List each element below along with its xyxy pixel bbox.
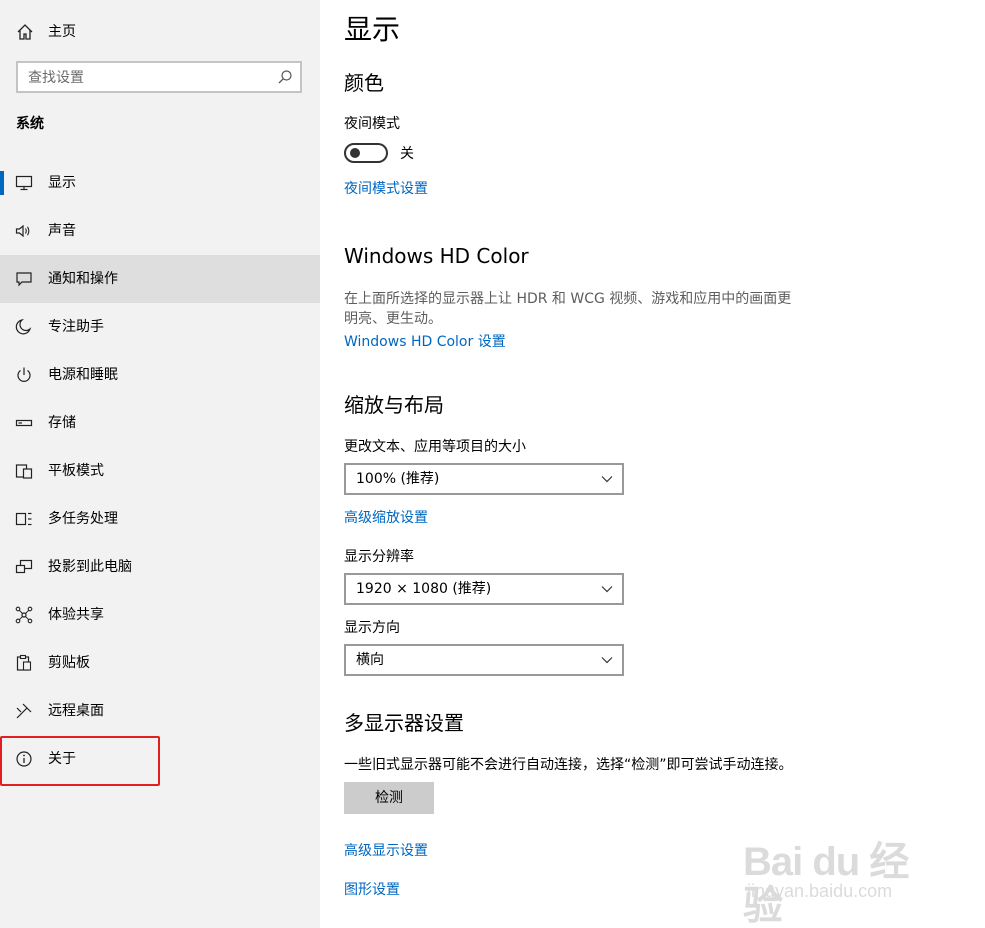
clipboard-icon <box>14 653 34 673</box>
baidu-watermark: Bai du 经验 jingyan.baidu.com <box>743 818 933 928</box>
sidebar-item-label: 通知和操作 <box>48 271 118 287</box>
remote-desktop-icon <box>14 701 34 721</box>
night-light-state: 关 <box>400 146 414 162</box>
page-title: 显示 <box>344 13 401 46</box>
sidebar-section-title: 系统 <box>16 116 44 132</box>
sidebar-item-label: 多任务处理 <box>48 511 118 527</box>
multitask-icon <box>14 509 34 529</box>
text-size-value: 100% (推荐) <box>356 471 440 487</box>
sidebar-item-tablet-mode[interactable]: 平板模式 <box>0 447 320 495</box>
sidebar-item-display[interactable]: 显示 <box>0 159 320 207</box>
sidebar-item-label: 专注助手 <box>48 319 104 335</box>
hdr-description: 在上面所选择的显示器上让 HDR 和 WCG 视频、游戏和应用中的画面更明亮、更… <box>344 291 792 327</box>
tablet-icon <box>14 461 34 481</box>
power-icon <box>14 365 34 385</box>
night-light-toggle[interactable] <box>344 143 388 163</box>
advanced-display-settings-link[interactable]: 高级显示设置 <box>344 841 428 861</box>
hdr-heading: Windows HD Color <box>344 244 529 268</box>
orientation-select[interactable]: 横向 <box>344 644 624 676</box>
search-icon <box>276 68 294 86</box>
sidebar-item-sound[interactable]: 声音 <box>0 207 320 255</box>
main-content: 显示 颜色 夜间模式 关 夜间模式设置 Windows HD Color 在上面… <box>320 0 985 928</box>
storage-icon <box>14 413 34 433</box>
home-label: 主页 <box>48 24 76 40</box>
sidebar-item-label: 投影到此电脑 <box>48 559 132 575</box>
sidebar-item-power[interactable]: 电源和睡眠 <box>0 351 320 399</box>
sidebar-item-multitasking[interactable]: 多任务处理 <box>0 495 320 543</box>
chevron-down-icon <box>600 582 614 596</box>
sidebar-item-label: 显示 <box>48 175 76 191</box>
share-icon <box>14 605 34 625</box>
detect-button[interactable]: 检测 <box>344 782 434 814</box>
sidebar-item-label: 体验共享 <box>48 607 104 623</box>
graphics-settings-link[interactable]: 图形设置 <box>344 880 400 900</box>
color-heading: 颜色 <box>344 71 384 95</box>
home-icon <box>15 22 35 42</box>
advanced-scaling-link[interactable]: 高级缩放设置 <box>344 508 428 528</box>
sidebar-item-notifications[interactable]: 通知和操作 <box>0 255 320 303</box>
sidebar-item-label: 远程桌面 <box>48 703 104 719</box>
resolution-value: 1920 × 1080 (推荐) <box>356 581 492 597</box>
info-icon <box>14 749 34 769</box>
speaker-icon <box>14 221 34 241</box>
sidebar-item-label: 剪贴板 <box>48 655 90 671</box>
resolution-select[interactable]: 1920 × 1080 (推荐) <box>344 573 624 605</box>
search-placeholder: 查找设置 <box>28 70 84 86</box>
multi-display-description: 一些旧式显示器可能不会进行自动连接，选择“检测”即可尝试手动连接。 <box>344 757 793 773</box>
sidebar-item-focus-assist[interactable]: 专注助手 <box>0 303 320 351</box>
search-input[interactable]: 查找设置 <box>16 61 302 93</box>
sidebar-item-label: 关于 <box>48 751 76 767</box>
text-size-label: 更改文本、应用等项目的大小 <box>344 439 526 455</box>
orientation-label: 显示方向 <box>344 620 400 636</box>
moon-icon <box>14 317 34 337</box>
sidebar-item-storage[interactable]: 存储 <box>0 399 320 447</box>
multi-display-heading: 多显示器设置 <box>344 711 464 735</box>
chevron-down-icon <box>600 472 614 486</box>
sidebar-item-remote-desktop[interactable]: 远程桌面 <box>0 687 320 735</box>
night-light-settings-link[interactable]: 夜间模式设置 <box>344 179 428 199</box>
chevron-down-icon <box>600 653 614 667</box>
sidebar-item-label: 存储 <box>48 415 76 431</box>
watermark-url: jingyan.baidu.com <box>747 881 893 901</box>
sidebar-item-shared-experiences[interactable]: 体验共享 <box>0 591 320 639</box>
sidebar-item-project[interactable]: 投影到此电脑 <box>0 543 320 591</box>
sidebar-item-label: 电源和睡眠 <box>48 367 118 383</box>
night-light-label: 夜间模式 <box>344 116 400 132</box>
scale-heading: 缩放与布局 <box>344 393 444 417</box>
sidebar-item-label: 声音 <box>48 223 76 239</box>
sidebar-home[interactable]: 主页 <box>0 14 320 48</box>
selected-indicator <box>0 171 4 195</box>
notification-icon <box>14 269 34 289</box>
sidebar-item-label: 平板模式 <box>48 463 104 479</box>
resolution-label: 显示分辨率 <box>344 549 414 565</box>
hdr-settings-link[interactable]: Windows HD Color 设置 <box>344 332 506 352</box>
sidebar-item-about[interactable]: 关于 <box>0 735 320 783</box>
sidebar: 主页 查找设置 系统 显示 声音 通知和操作 专注助手 电源和睡眠 存储 平板模… <box>0 0 320 928</box>
text-size-select[interactable]: 100% (推荐) <box>344 463 624 495</box>
sidebar-item-clipboard[interactable]: 剪贴板 <box>0 639 320 687</box>
orientation-value: 横向 <box>356 652 384 668</box>
project-icon <box>14 557 34 577</box>
toggle-knob <box>350 148 360 158</box>
monitor-icon <box>14 173 34 193</box>
